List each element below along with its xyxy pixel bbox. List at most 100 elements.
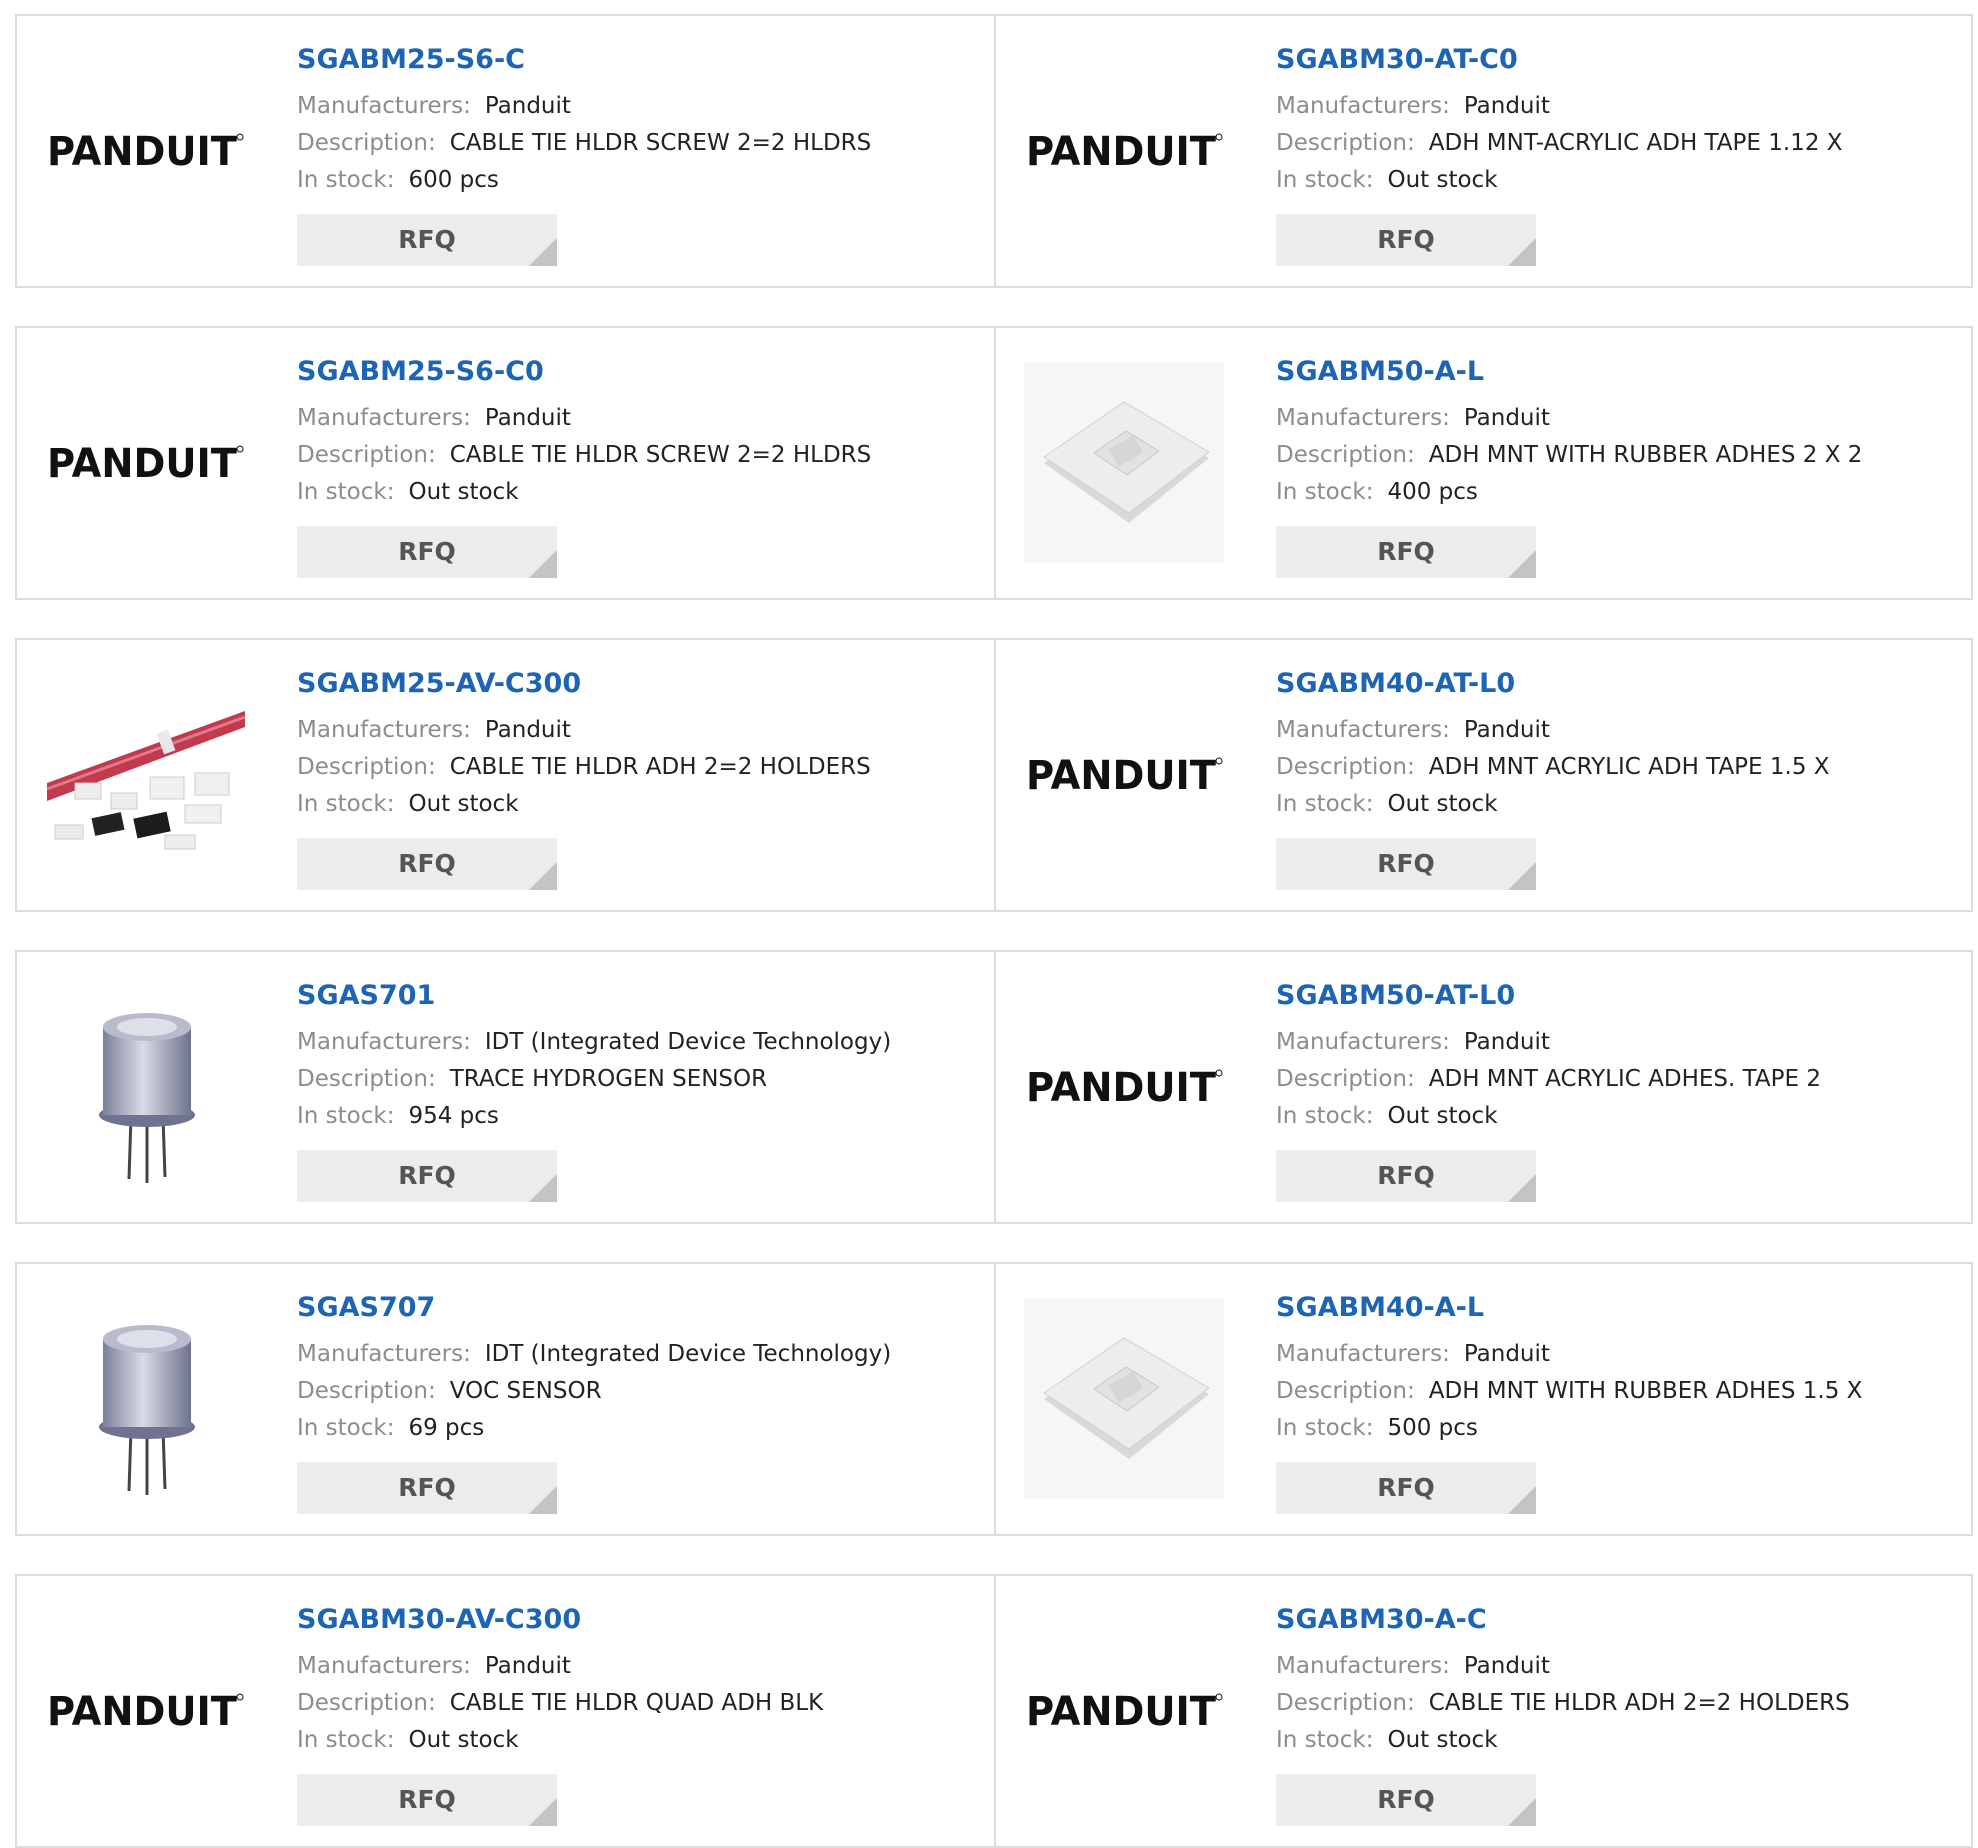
- manufacturer-label: Manufacturers:: [297, 1341, 471, 1367]
- stock-row: In stock: 69 pcs: [297, 1410, 984, 1447]
- rfq-button[interactable]: RFQ: [297, 214, 557, 266]
- rfq-button[interactable]: RFQ: [1276, 214, 1536, 266]
- part-number-link[interactable]: SGABM25-S6-C0: [297, 354, 984, 390]
- sensor-photo[interactable]: [41, 1300, 249, 1498]
- rfq-button[interactable]: RFQ: [1276, 838, 1536, 890]
- part-number-link[interactable]: SGABM30-AT-C0: [1276, 42, 1961, 78]
- stock-row: In stock: 954 pcs: [297, 1098, 984, 1135]
- stock-value: 954 pcs: [408, 1103, 499, 1129]
- product-info: SGABM40-A-L Manufacturers: Panduit Descri…: [1276, 1290, 1961, 1514]
- stock-row: In stock: Out stock: [1276, 786, 1961, 823]
- manufacturer-row: Manufacturers: Panduit: [1276, 88, 1961, 125]
- part-number-link[interactable]: SGABM50-A-L: [1276, 354, 1961, 390]
- stock-value: Out stock: [1387, 791, 1498, 817]
- description-label: Description:: [297, 1690, 436, 1716]
- rfq-button[interactable]: RFQ: [297, 1774, 557, 1826]
- stock-label: In stock:: [297, 1727, 395, 1753]
- panduit-logo[interactable]: PANDUIT: [1020, 676, 1228, 874]
- panduit-logo[interactable]: PANDUIT: [1020, 52, 1228, 250]
- corner-triangle-icon: [529, 1174, 557, 1202]
- stock-row: In stock: Out stock: [297, 786, 984, 823]
- product-card: PANDUIT SGABM25-S6-C Manufacturers: Pandu…: [17, 16, 994, 286]
- manufacturer-row: Manufacturers: Panduit: [297, 1648, 984, 1685]
- description-label: Description:: [1276, 754, 1415, 780]
- description-value: TRACE HYDROGEN SENSOR: [449, 1066, 768, 1092]
- description-label: Description:: [297, 130, 436, 156]
- description-row: Description: ADH MNT ACRYLIC ADH TAPE 1.5…: [1276, 749, 1961, 786]
- rfq-button[interactable]: RFQ: [1276, 1774, 1536, 1826]
- description-row: Description: ADH MNT ACRYLIC ADHES. TAPE …: [1276, 1061, 1961, 1098]
- adhesive-mount-photo[interactable]: [1020, 363, 1228, 563]
- panduit-logo[interactable]: PANDUIT: [41, 52, 249, 250]
- panduit-logo[interactable]: PANDUIT: [41, 364, 249, 562]
- product-info: SGABM40-AT-L0 Manufacturers: Panduit Desc…: [1276, 666, 1961, 890]
- stock-row: In stock: Out stock: [1276, 1098, 1961, 1135]
- description-label: Description:: [297, 1066, 436, 1092]
- manufacturer-value: IDT (Integrated Device Technology): [484, 1341, 892, 1367]
- description-label: Description:: [1276, 1690, 1415, 1716]
- part-number-link[interactable]: SGABM40-A-L: [1276, 1290, 1961, 1326]
- part-number-link[interactable]: SGABM30-A-C: [1276, 1602, 1961, 1638]
- stock-label: In stock:: [1276, 1103, 1374, 1129]
- product-info: SGAS701 Manufacturers: IDT (Integrated De…: [297, 978, 984, 1202]
- description-row: Description: CABLE TIE HLDR ADH 2=2 HOLDE…: [1276, 1685, 1961, 1722]
- corner-triangle-icon: [1508, 1174, 1536, 1202]
- sensor-photo[interactable]: [41, 988, 249, 1186]
- product-card: SGABM50-A-L Manufacturers: Panduit Descri…: [994, 328, 1971, 598]
- product-info: SGAS707 Manufacturers: IDT (Integrated De…: [297, 1290, 984, 1514]
- stock-value: 600 pcs: [408, 167, 499, 193]
- product-info: SGABM25-S6-C0 Manufacturers: Panduit Desc…: [297, 354, 984, 578]
- panduit-logo[interactable]: PANDUIT: [1020, 988, 1228, 1186]
- stock-value: Out stock: [1387, 167, 1498, 193]
- rfq-button[interactable]: RFQ: [1276, 1462, 1536, 1514]
- manufacturer-value: Panduit: [1463, 1341, 1550, 1367]
- part-number-link[interactable]: SGABM50-AT-L0: [1276, 978, 1961, 1014]
- product-info: SGABM50-A-L Manufacturers: Panduit Descri…: [1276, 354, 1961, 578]
- rfq-button[interactable]: RFQ: [297, 1150, 557, 1202]
- stock-label: In stock:: [1276, 1415, 1374, 1441]
- svg-text:PANDUIT: PANDUIT: [1026, 1065, 1217, 1111]
- corner-triangle-icon: [1508, 238, 1536, 266]
- rfq-label: RFQ: [1377, 1473, 1435, 1502]
- rfq-button[interactable]: RFQ: [1276, 1150, 1536, 1202]
- stock-row: In stock: Out stock: [297, 474, 984, 511]
- stock-label: In stock:: [1276, 479, 1374, 505]
- description-row: Description: CABLE TIE HLDR QUAD ADH BLK: [297, 1685, 984, 1722]
- description-label: Description:: [1276, 442, 1415, 468]
- adhesive-mount-photo[interactable]: [1020, 1299, 1228, 1499]
- panduit-logo[interactable]: PANDUIT: [1020, 1612, 1228, 1810]
- product-card: PANDUIT SGABM30-AT-C0 Manufacturers: Pand…: [994, 16, 1971, 286]
- rfq-button[interactable]: RFQ: [297, 838, 557, 890]
- corner-triangle-icon: [529, 862, 557, 890]
- description-row: Description: ADH MNT WITH RUBBER ADHES 1.…: [1276, 1373, 1961, 1410]
- product-card: SGAS707 Manufacturers: IDT (Integrated De…: [17, 1264, 994, 1534]
- stock-value: 400 pcs: [1387, 479, 1478, 505]
- part-number-link[interactable]: SGABM25-S6-C: [297, 42, 984, 78]
- part-number-link[interactable]: SGABM30-AV-C300: [297, 1602, 984, 1638]
- manufacturer-label: Manufacturers:: [297, 1029, 471, 1055]
- stock-value: 69 pcs: [408, 1415, 485, 1441]
- stock-value: Out stock: [408, 479, 519, 505]
- manufacturer-row: Manufacturers: Panduit: [297, 88, 984, 125]
- part-number-link[interactable]: SGAS701: [297, 978, 984, 1014]
- rfq-button[interactable]: RFQ: [1276, 526, 1536, 578]
- manufacturer-row: Manufacturers: Panduit: [1276, 1024, 1961, 1061]
- rfq-button[interactable]: RFQ: [297, 1462, 557, 1514]
- stock-value: Out stock: [408, 1727, 519, 1753]
- description-label: Description:: [297, 754, 436, 780]
- description-row: Description: ADH MNT-ACRYLIC ADH TAPE 1.1…: [1276, 125, 1961, 162]
- part-number-link[interactable]: SGABM25-AV-C300: [297, 666, 984, 702]
- stock-value: Out stock: [1387, 1727, 1498, 1753]
- description-label: Description:: [297, 1378, 436, 1404]
- product-row: SGAS707 Manufacturers: IDT (Integrated De…: [15, 1262, 1973, 1536]
- svg-text:PANDUIT: PANDUIT: [1026, 129, 1217, 175]
- part-number-link[interactable]: SGAS707: [297, 1290, 984, 1326]
- cable-holders-photo[interactable]: [41, 676, 249, 874]
- manufacturer-label: Manufacturers:: [1276, 93, 1450, 119]
- manufacturer-value: Panduit: [1463, 405, 1550, 431]
- description-value: ADH MNT ACRYLIC ADH TAPE 1.5 X: [1428, 754, 1830, 780]
- panduit-logo[interactable]: PANDUIT: [41, 1612, 249, 1810]
- svg-text:PANDUIT: PANDUIT: [1026, 753, 1217, 799]
- rfq-button[interactable]: RFQ: [297, 526, 557, 578]
- part-number-link[interactable]: SGABM40-AT-L0: [1276, 666, 1961, 702]
